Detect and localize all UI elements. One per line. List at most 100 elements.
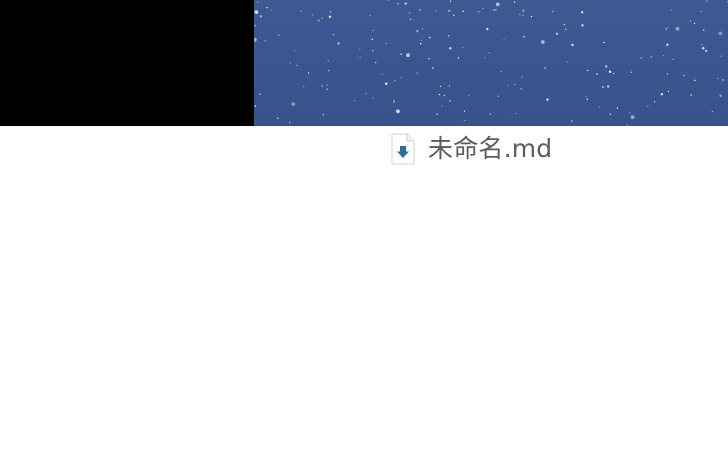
star	[601, 85, 605, 89]
star	[706, 0, 708, 2]
star	[353, 100, 356, 102]
star	[521, 76, 523, 78]
star	[482, 7, 484, 10]
star	[701, 44, 703, 46]
star	[565, 28, 567, 30]
star	[530, 15, 533, 18]
star	[328, 69, 330, 72]
star	[667, 26, 669, 28]
star	[429, 36, 431, 39]
star	[372, 97, 374, 100]
desktop-screen: 未命名.md	[0, 0, 728, 456]
star	[640, 57, 642, 59]
star	[300, 10, 302, 12]
star	[449, 0, 452, 2]
star	[393, 101, 395, 103]
star	[694, 79, 696, 82]
file-item[interactable]: 未命名.md	[390, 132, 552, 166]
star	[254, 37, 257, 42]
star	[400, 76, 402, 79]
star	[421, 28, 424, 30]
star	[259, 15, 263, 18]
star	[387, 0, 390, 1]
star	[667, 90, 670, 93]
star	[453, 14, 455, 16]
star	[420, 43, 422, 45]
star	[257, 1, 259, 3]
star	[704, 49, 708, 53]
star	[337, 42, 340, 45]
star	[660, 93, 663, 96]
star	[647, 105, 649, 107]
star	[372, 29, 374, 32]
star	[322, 114, 325, 116]
star	[666, 73, 669, 75]
star	[540, 40, 545, 44]
star	[670, 9, 673, 12]
star	[321, 85, 323, 87]
star	[369, 14, 371, 17]
star	[605, 65, 608, 68]
star	[264, 40, 267, 42]
star	[449, 100, 451, 102]
star	[294, 50, 296, 52]
star	[254, 10, 259, 15]
star	[393, 99, 395, 102]
star	[254, 105, 257, 107]
star	[630, 71, 632, 73]
star	[436, 113, 438, 115]
star	[585, 95, 587, 98]
star	[493, 9, 495, 11]
star	[448, 35, 450, 37]
star	[462, 10, 464, 12]
star	[332, 34, 335, 36]
star	[489, 113, 492, 115]
star	[375, 61, 377, 64]
star	[514, 84, 516, 86]
star	[486, 27, 489, 31]
star	[468, 94, 470, 97]
star	[702, 47, 705, 50]
star	[449, 47, 452, 50]
star	[717, 77, 719, 80]
star	[326, 88, 328, 90]
star	[385, 42, 387, 45]
star	[409, 18, 412, 21]
star	[277, 117, 279, 120]
star	[291, 102, 296, 106]
star	[672, 58, 674, 60]
star	[571, 43, 574, 47]
star	[507, 84, 509, 87]
star	[278, 34, 280, 36]
star	[609, 113, 612, 115]
star	[689, 20, 692, 22]
star	[435, 10, 437, 12]
star	[719, 94, 722, 98]
star	[296, 64, 298, 67]
star	[303, 85, 305, 88]
star	[271, 9, 273, 11]
star	[441, 105, 443, 107]
star	[478, 11, 480, 13]
star	[385, 82, 388, 85]
star	[406, 53, 410, 58]
star	[515, 112, 517, 115]
star	[571, 120, 573, 122]
star	[463, 119, 466, 122]
star	[546, 98, 549, 101]
star	[586, 98, 588, 100]
star	[289, 121, 291, 124]
star	[432, 67, 434, 69]
star	[438, 93, 441, 96]
star	[665, 28, 667, 30]
star	[693, 22, 696, 24]
star	[522, 35, 526, 38]
star	[463, 110, 466, 112]
star	[581, 11, 584, 14]
star	[522, 9, 525, 12]
star	[328, 15, 332, 18]
star	[513, 1, 516, 3]
star	[616, 107, 619, 109]
star	[722, 79, 724, 81]
star	[396, 109, 400, 114]
